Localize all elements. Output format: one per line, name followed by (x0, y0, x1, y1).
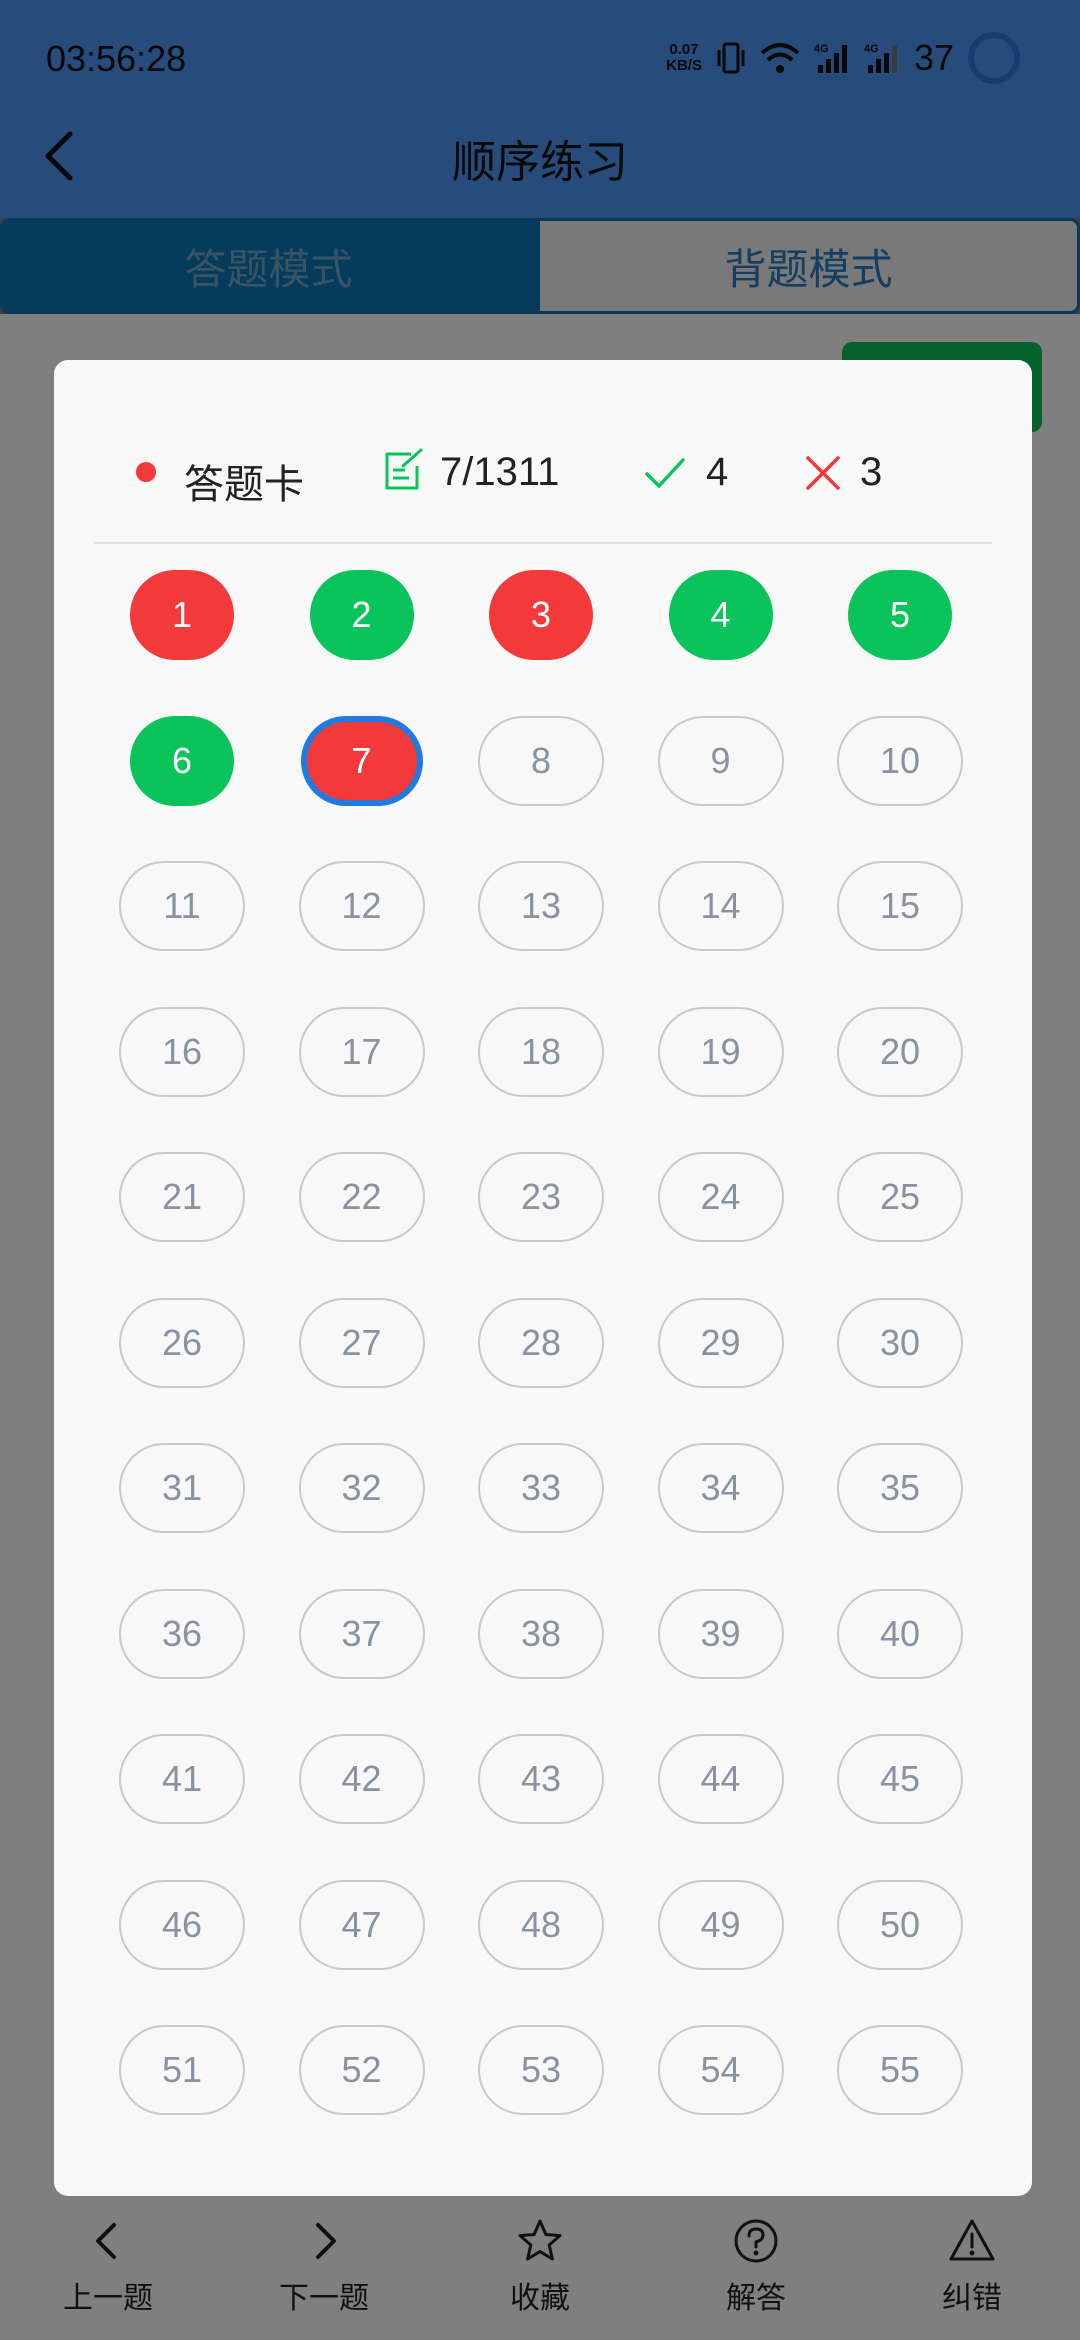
question-number-button[interactable]: 9 (657, 715, 784, 806)
question-number-button[interactable]: 3 (489, 570, 593, 660)
question-number-button[interactable]: 42 (298, 1734, 425, 1824)
question-number-button[interactable]: 19 (657, 1006, 784, 1097)
question-number-button[interactable]: 14 (657, 861, 784, 951)
question-number-button[interactable]: 8 (478, 715, 604, 806)
question-number-button[interactable]: 27 (298, 1297, 425, 1388)
question-number-button[interactable]: 34 (657, 1443, 784, 1533)
question-number-button[interactable]: 28 (478, 1297, 604, 1388)
question-number-button[interactable]: 1 (130, 570, 234, 660)
question-number-button[interactable]: 55 (837, 2025, 963, 2115)
question-number-button[interactable]: 23 (478, 1152, 604, 1242)
answer-progress: 7/1311 (440, 450, 560, 494)
question-number-button[interactable]: 45 (837, 1734, 963, 1824)
edit-note-icon (385, 448, 423, 490)
question-number-button[interactable]: 32 (298, 1443, 425, 1533)
question-number-grid: 1 2 3 4 5 6 7 8 9 10 11 12 13 14 15 16 17 18 19 20 21 22 23 24 2… (119, 570, 1019, 2115)
header-divider (94, 542, 992, 544)
answer-card-modal: 答题卡 7/1311 4 3 1 2 3 4 5 6 7 8 9 10 11 12 13 14 15 16 17… (54, 360, 1032, 2196)
question-number-button[interactable]: 43 (478, 1734, 604, 1824)
question-number-button[interactable]: 40 (837, 1588, 963, 1679)
question-number-button[interactable]: 37 (298, 1588, 425, 1679)
question-number-button[interactable]: 53 (478, 2025, 604, 2115)
question-number-button[interactable]: 17 (298, 1006, 425, 1097)
question-number-button[interactable]: 54 (657, 2025, 784, 2115)
question-number-button[interactable]: 12 (298, 861, 425, 951)
question-number-button[interactable]: 7 (300, 715, 423, 806)
question-number-button[interactable]: 35 (837, 1443, 963, 1533)
question-number-button[interactable]: 11 (119, 861, 245, 951)
question-number-button[interactable]: 41 (119, 1734, 245, 1824)
question-number-button[interactable]: 25 (837, 1152, 963, 1242)
question-number-button[interactable]: 18 (478, 1006, 604, 1097)
question-number-button[interactable]: 2 (309, 570, 414, 660)
question-number-button[interactable]: 46 (119, 1879, 245, 1970)
question-number-button[interactable]: 31 (119, 1443, 245, 1533)
answer-card-header: 答题卡 7/1311 4 3 (54, 360, 1032, 540)
question-number-button[interactable]: 20 (837, 1006, 963, 1097)
question-number-button[interactable]: 13 (478, 861, 604, 951)
question-number-button[interactable]: 30 (837, 1297, 963, 1388)
red-dot-icon (136, 462, 156, 482)
question-number-button[interactable]: 29 (657, 1297, 784, 1388)
question-number-button[interactable]: 16 (119, 1006, 245, 1097)
correct-count: 4 (706, 450, 729, 494)
question-number-button[interactable]: 39 (657, 1588, 784, 1679)
question-number-button[interactable]: 15 (837, 861, 963, 951)
question-number-button[interactable]: 38 (478, 1588, 604, 1679)
question-number-button[interactable]: 22 (298, 1152, 425, 1242)
question-number-button[interactable]: 26 (119, 1297, 245, 1388)
question-number-button[interactable]: 48 (478, 1879, 604, 1970)
question-number-button[interactable]: 5 (848, 570, 952, 660)
question-number-button[interactable]: 50 (837, 1879, 963, 1970)
question-number-button[interactable]: 36 (119, 1588, 245, 1679)
check-icon (645, 458, 685, 488)
question-number-button[interactable]: 51 (119, 2025, 245, 2115)
cross-icon (806, 456, 840, 490)
question-number-button[interactable]: 49 (657, 1879, 784, 1970)
wrong-count: 3 (860, 450, 883, 494)
question-number-button[interactable]: 44 (657, 1734, 784, 1824)
question-number-button[interactable]: 24 (657, 1152, 784, 1242)
answer-card-title: 答题卡 (184, 463, 304, 507)
question-number-button[interactable]: 52 (298, 2025, 425, 2115)
question-number-button[interactable]: 47 (298, 1879, 425, 1970)
question-number-button[interactable]: 6 (130, 715, 234, 806)
question-number-button[interactable]: 21 (119, 1152, 245, 1242)
question-number-button[interactable]: 10 (837, 715, 963, 806)
question-number-button[interactable]: 4 (668, 570, 773, 660)
question-number-button[interactable]: 33 (478, 1443, 604, 1533)
